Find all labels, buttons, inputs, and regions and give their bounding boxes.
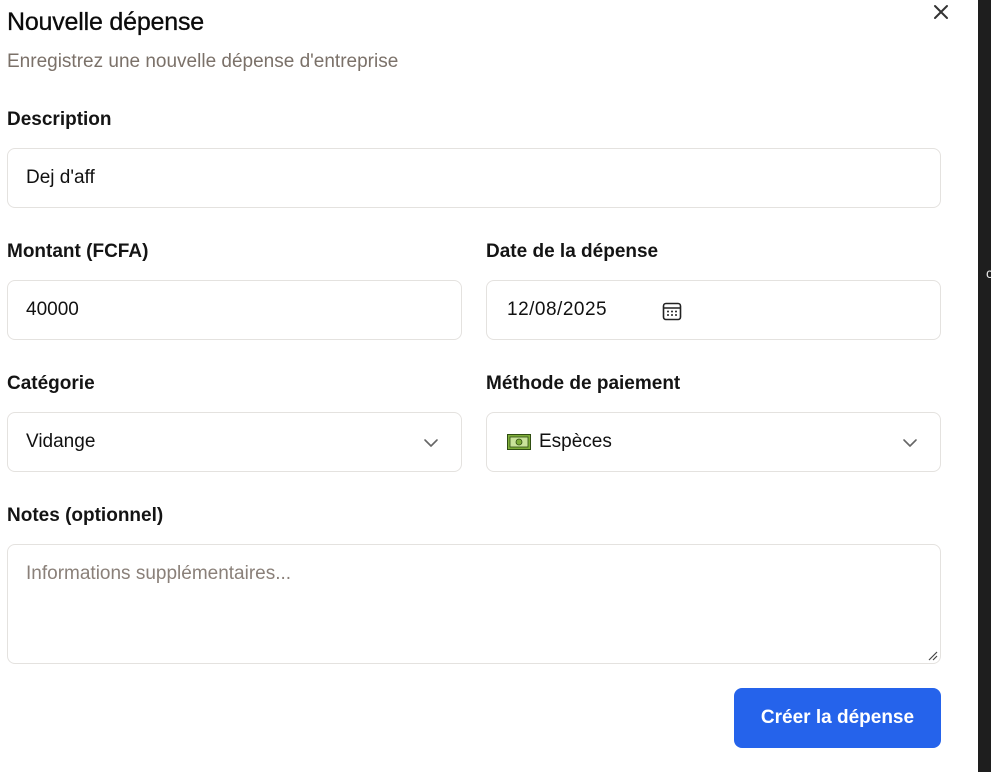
date-label: Date de la dépense: [486, 241, 659, 262]
chevron-down-icon: [424, 439, 438, 447]
background-window-edge: c: [978, 0, 991, 772]
banknote-icon: [507, 434, 531, 450]
amount-label: Montant (FCFA): [7, 241, 149, 262]
description-value: Dej d'aff: [26, 167, 95, 188]
amount-input[interactable]: 40000: [7, 280, 462, 340]
description-label: Description: [7, 109, 112, 130]
payment-method-value: Espèces: [539, 431, 612, 452]
payment-method-select[interactable]: Espèces: [486, 412, 941, 472]
category-select[interactable]: Vidange: [7, 412, 462, 472]
close-button[interactable]: [928, 0, 954, 24]
amount-value: 40000: [26, 299, 79, 320]
dialog-title: Nouvelle dépense: [7, 8, 204, 36]
close-icon: [934, 5, 948, 19]
chevron-down-icon: [903, 439, 917, 447]
calendar-icon[interactable]: [661, 300, 683, 322]
description-input[interactable]: Dej d'aff: [7, 148, 941, 208]
notes-placeholder: Informations supplémentaires...: [26, 563, 292, 584]
date-value: 12/08/2025: [507, 299, 608, 320]
category-value: Vidange: [26, 431, 96, 452]
payment-method-label: Méthode de paiement: [486, 373, 681, 394]
resize-handle-icon[interactable]: [926, 649, 938, 661]
date-input[interactable]: 12/08/2025: [486, 280, 941, 340]
category-label: Catégorie: [7, 373, 95, 394]
create-expense-button[interactable]: Créer la dépense: [734, 688, 941, 748]
notes-label: Notes (optionnel): [7, 505, 164, 526]
notes-textarea[interactable]: Informations supplémentaires...: [7, 544, 941, 664]
dialog-subtitle: Enregistrez une nouvelle dépense d'entre…: [7, 51, 399, 72]
new-expense-dialog: Nouvelle dépense Enregistrez une nouvell…: [0, 0, 978, 772]
